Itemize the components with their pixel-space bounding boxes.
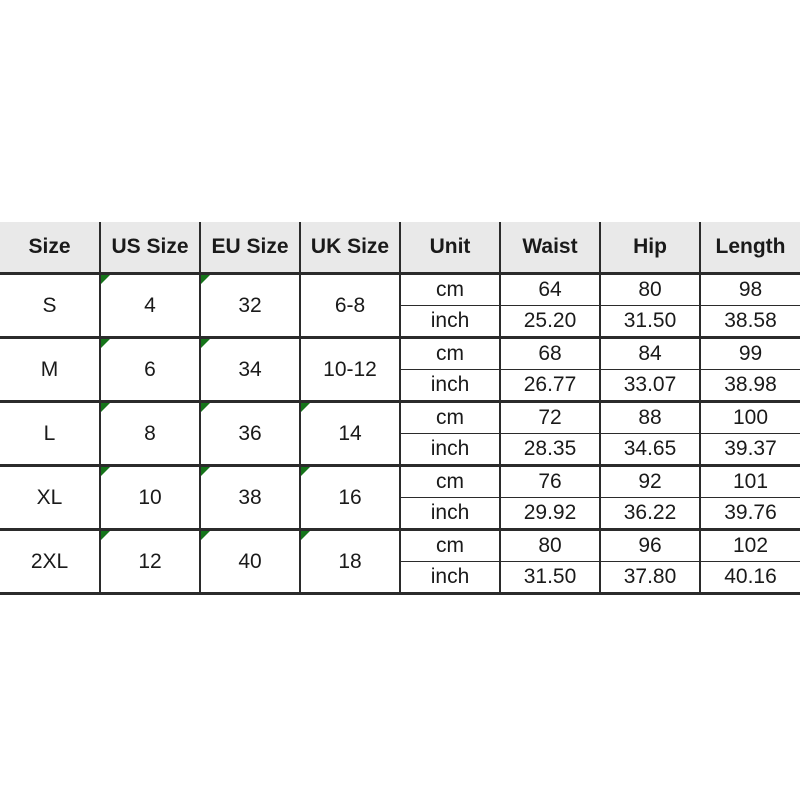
eu-size-cell: 36	[199, 400, 301, 467]
unit-cell: cm	[399, 528, 501, 562]
hip-value-cell: 31.50	[599, 305, 701, 339]
waist-value-cell: 80	[499, 528, 601, 562]
waist-value-cell: 31.50	[499, 561, 601, 595]
waist-value-cell: 72	[499, 400, 601, 434]
uk-size-cell: 14	[299, 400, 401, 467]
waist-value-cell: 68	[499, 336, 601, 370]
table-row: L 8 36 14 cm 72 88 100	[0, 400, 800, 467]
unit-cell: cm	[399, 336, 501, 370]
hip-value-cell: 80	[599, 272, 701, 306]
hip-value-cell: 36.22	[599, 497, 701, 531]
length-value-cell: 99	[699, 336, 800, 370]
us-size-cell: 4	[99, 272, 201, 339]
text-format-flag-icon	[201, 403, 210, 412]
eu-size-cell: 40	[199, 528, 301, 595]
eu-size-cell: 38	[199, 464, 301, 531]
text-format-flag-icon	[101, 403, 110, 412]
waist-value-cell: 25.20	[499, 305, 601, 339]
waist-value-cell: 28.35	[499, 433, 601, 467]
unit-cell: cm	[399, 464, 501, 498]
length-value-cell: 100	[699, 400, 800, 434]
waist-value-cell: 64	[499, 272, 601, 306]
header-row: Size US Size EU Size UK Size Unit Waist …	[0, 222, 800, 275]
column-header-hip: Hip	[599, 222, 701, 275]
text-format-flag-icon	[301, 531, 310, 540]
hip-value-cell: 33.07	[599, 369, 701, 403]
column-header-us-size: US Size	[99, 222, 201, 275]
size-chart-container: Size US Size EU Size UK Size Unit Waist …	[0, 222, 800, 595]
waist-value-cell: 76	[499, 464, 601, 498]
text-format-flag-icon	[201, 467, 210, 476]
size-cell: 2XL	[0, 528, 101, 595]
size-cell: S	[0, 272, 101, 339]
uk-size-cell: 16	[299, 464, 401, 531]
column-header-length: Length	[699, 222, 800, 275]
hip-value-cell: 88	[599, 400, 701, 434]
length-value-cell: 40.16	[699, 561, 800, 595]
text-format-flag-icon	[101, 275, 110, 284]
uk-size-cell: 18	[299, 528, 401, 595]
table-row: XL 10 38 16 cm 76 92 101	[0, 464, 800, 531]
eu-size-cell: 32	[199, 272, 301, 339]
hip-value-cell: 34.65	[599, 433, 701, 467]
column-header-waist: Waist	[499, 222, 601, 275]
column-header-eu-size: EU Size	[199, 222, 301, 275]
unit-cell: inch	[399, 369, 501, 403]
text-format-flag-icon	[101, 531, 110, 540]
length-value-cell: 38.98	[699, 369, 800, 403]
text-format-flag-icon	[201, 531, 210, 540]
table-body: S 4 32 6-8 cm 64 80 98 inch 25.20 31.50 38.58 M 6 34 10…	[0, 272, 800, 595]
length-value-cell: 39.37	[699, 433, 800, 467]
column-header-unit: Unit	[399, 222, 501, 275]
text-format-flag-icon	[201, 275, 210, 284]
length-value-cell: 98	[699, 272, 800, 306]
waist-value-cell: 29.92	[499, 497, 601, 531]
length-value-cell: 102	[699, 528, 800, 562]
us-size-cell: 8	[99, 400, 201, 467]
unit-cell: inch	[399, 497, 501, 531]
length-value-cell: 39.76	[699, 497, 800, 531]
eu-size-cell: 34	[199, 336, 301, 403]
table-row: M 6 34 10-12 cm 68 84 99	[0, 336, 800, 403]
length-value-cell: 101	[699, 464, 800, 498]
hip-value-cell: 37.80	[599, 561, 701, 595]
length-value-cell: 38.58	[699, 305, 800, 339]
us-size-cell: 6	[99, 336, 201, 403]
size-cell: L	[0, 400, 101, 467]
unit-cell: cm	[399, 272, 501, 306]
size-cell: M	[0, 336, 101, 403]
table-row: S 4 32 6-8 cm 64 80 98	[0, 272, 800, 339]
text-format-flag-icon	[301, 467, 310, 476]
hip-value-cell: 84	[599, 336, 701, 370]
us-size-cell: 12	[99, 528, 201, 595]
text-format-flag-icon	[201, 339, 210, 348]
unit-cell: inch	[399, 433, 501, 467]
uk-size-cell: 6-8	[299, 272, 401, 339]
text-format-flag-icon	[101, 339, 110, 348]
waist-value-cell: 26.77	[499, 369, 601, 403]
table-header: Size US Size EU Size UK Size Unit Waist …	[0, 222, 800, 275]
column-header-uk-size: UK Size	[299, 222, 401, 275]
us-size-cell: 10	[99, 464, 201, 531]
uk-size-cell: 10-12	[299, 336, 401, 403]
column-header-size: Size	[0, 222, 101, 275]
unit-cell: inch	[399, 305, 501, 339]
table-row: 2XL 12 40 18 cm 80 96 102	[0, 528, 800, 595]
size-cell: XL	[0, 464, 101, 531]
hip-value-cell: 92	[599, 464, 701, 498]
text-format-flag-icon	[301, 403, 310, 412]
hip-value-cell: 96	[599, 528, 701, 562]
size-chart-table: Size US Size EU Size UK Size Unit Waist …	[0, 222, 800, 595]
unit-cell: inch	[399, 561, 501, 595]
text-format-flag-icon	[101, 467, 110, 476]
unit-cell: cm	[399, 400, 501, 434]
